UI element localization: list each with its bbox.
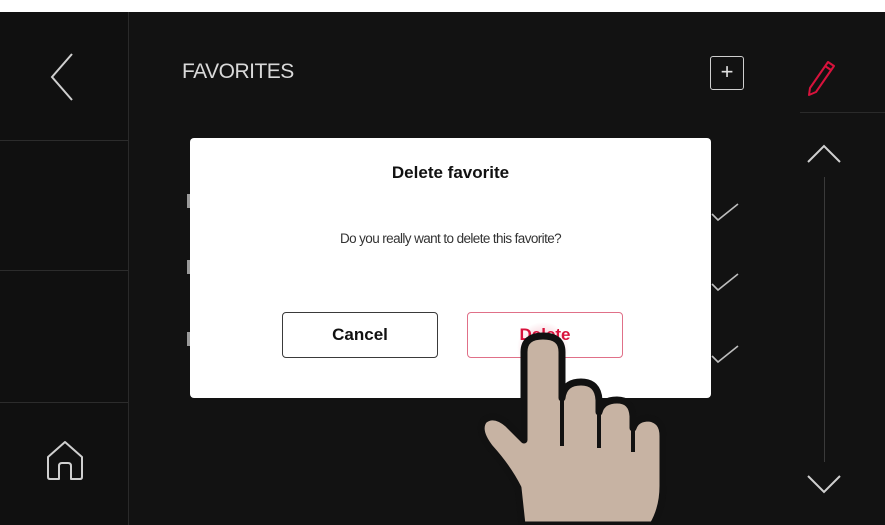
checkmark-icon[interactable] (710, 342, 742, 366)
scroll-up-button[interactable] (802, 140, 846, 168)
chevron-left-icon (50, 53, 73, 101)
edit-button[interactable] (800, 56, 840, 100)
divider (0, 140, 128, 141)
add-favorite-button[interactable]: + (710, 56, 744, 90)
favorites-screen: FAVORITES + Delete favorite Do you reall… (0, 12, 885, 525)
plus-icon: + (720, 59, 734, 84)
checkmark-icon[interactable] (710, 270, 742, 294)
checkmark-icon[interactable] (710, 200, 742, 224)
chevron-up-icon (807, 144, 841, 163)
scrollbar-track[interactable] (824, 177, 825, 462)
delete-favorite-dialog: Delete favorite Do you really want to de… (190, 138, 711, 398)
home-icon (47, 441, 83, 480)
dialog-message: Do you really want to delete this favori… (339, 231, 562, 246)
delete-button[interactable]: Delete (467, 312, 623, 358)
left-navigation (0, 12, 129, 525)
page-title: FAVORITES (182, 60, 294, 83)
cancel-button[interactable]: Cancel (282, 312, 438, 358)
dialog-title: Delete favorite (391, 163, 510, 182)
back-button[interactable] (34, 42, 94, 112)
divider (0, 270, 128, 271)
divider (800, 112, 885, 113)
scroll-down-button[interactable] (802, 470, 846, 498)
pencil-icon (808, 61, 835, 96)
divider (0, 402, 128, 403)
home-button[interactable] (40, 435, 90, 485)
chevron-down-icon (807, 475, 841, 494)
